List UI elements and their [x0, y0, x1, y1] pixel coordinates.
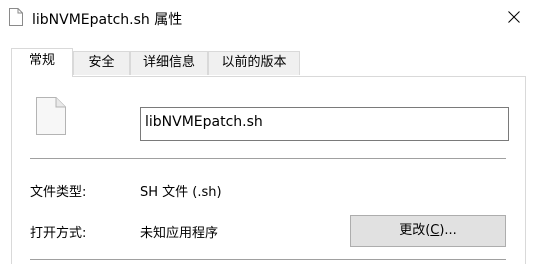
divider	[30, 158, 506, 159]
document-icon	[9, 8, 23, 26]
openwith-value: 未知应用程序	[140, 226, 219, 241]
filename-input[interactable]	[140, 107, 509, 141]
close-icon	[508, 11, 520, 23]
filetype-label: 文件类型:	[30, 185, 87, 200]
openwith-label: 打开方式:	[30, 226, 87, 241]
tab-security[interactable]: 安全	[73, 51, 130, 75]
tab-details[interactable]: 详细信息	[130, 51, 208, 75]
change-button[interactable]: 更改(C)...	[350, 215, 506, 247]
filetype-value: SH 文件 (.sh)	[140, 185, 222, 200]
tab-general[interactable]: 常规	[11, 48, 73, 77]
change-button-suffix: )...	[439, 223, 457, 238]
file-icon	[36, 97, 66, 135]
window-title: libNVMEpatch.sh 属性	[32, 12, 183, 28]
tab-previous-versions[interactable]: 以前的版本	[208, 51, 300, 75]
divider	[30, 259, 506, 260]
close-button[interactable]	[491, 0, 537, 34]
properties-window: libNVMEpatch.sh 属性 常规 安全 详细信息 以前的版本 文件类型…	[0, 0, 537, 264]
title-bar: libNVMEpatch.sh 属性	[0, 0, 537, 36]
change-button-mnemonic: C	[430, 223, 440, 238]
change-button-text: 更改(	[399, 223, 431, 238]
